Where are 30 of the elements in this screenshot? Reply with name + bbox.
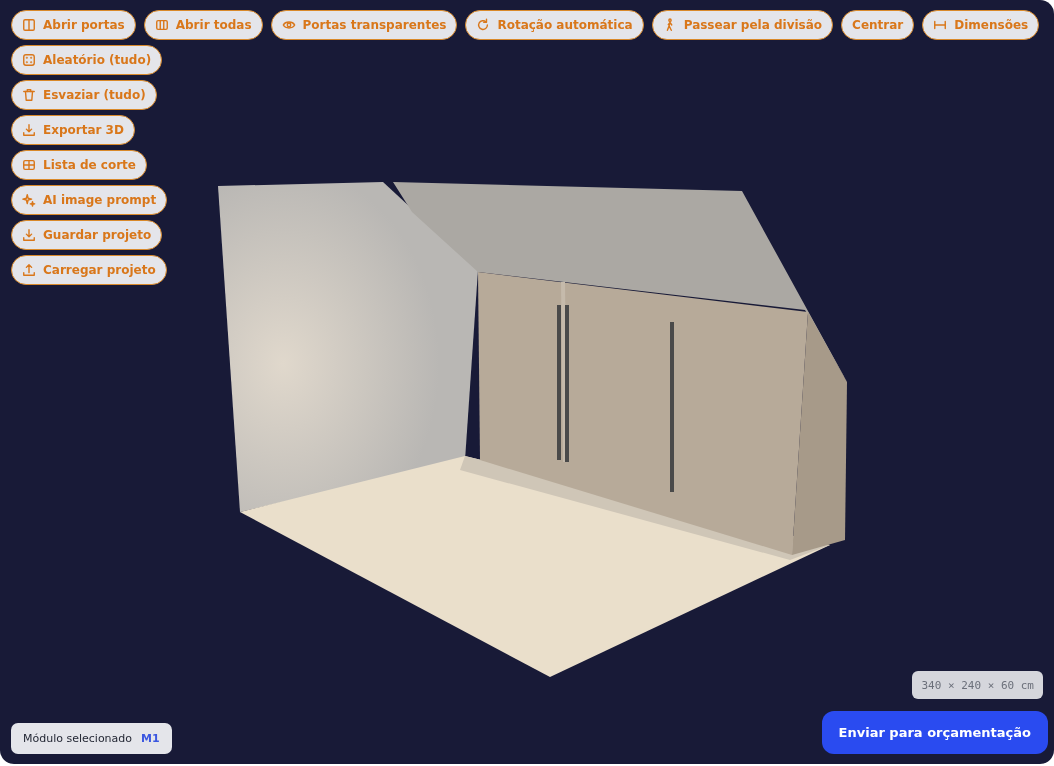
width-measure-icon: [933, 18, 948, 32]
transparent-doors-button[interactable]: Portas transparentes: [270, 10, 458, 40]
auto-rotate-button[interactable]: Rotação automática: [465, 10, 644, 40]
load-button[interactable]: Carregar projeto: [11, 255, 167, 285]
trash-icon: [22, 88, 36, 102]
open-all-button[interactable]: Abrir todas: [143, 10, 263, 40]
grid-icon: [22, 158, 36, 172]
randomize-button[interactable]: Aleatório (tudo): [11, 45, 163, 75]
open-doors-button[interactable]: Abrir portas: [11, 10, 136, 40]
center-button[interactable]: Centrar: [841, 10, 915, 40]
prompt-button[interactable]: AI image prompt: [11, 185, 168, 215]
download-icon: [22, 228, 36, 242]
columns-icon: [154, 18, 169, 32]
module-label: Módulo selecionado: [23, 732, 133, 745]
cut-list-button[interactable]: Lista de corte: [11, 150, 147, 180]
dice-icon: [22, 53, 36, 67]
module-value: M1: [141, 732, 160, 745]
refresh-icon: [476, 18, 491, 32]
dimensions-button[interactable]: Dimensões: [922, 10, 1040, 40]
sparkle-icon: [22, 193, 36, 207]
eye-icon: [281, 18, 296, 32]
two-panels-icon: [22, 18, 36, 32]
walk-room-button[interactable]: Passear pela divisão: [651, 10, 834, 40]
upload-icon: [22, 263, 36, 277]
export-button[interactable]: Exportar 3D: [11, 115, 135, 145]
empty-button[interactable]: Esvaziar (tudo): [11, 80, 157, 110]
save-button[interactable]: Guardar projeto: [11, 220, 163, 250]
dimensions-label: 340 × 240 × 60 cm: [912, 671, 1043, 699]
download-icon: [22, 123, 36, 137]
send-quote-button[interactable]: Enviar para orçamentação: [821, 711, 1048, 754]
